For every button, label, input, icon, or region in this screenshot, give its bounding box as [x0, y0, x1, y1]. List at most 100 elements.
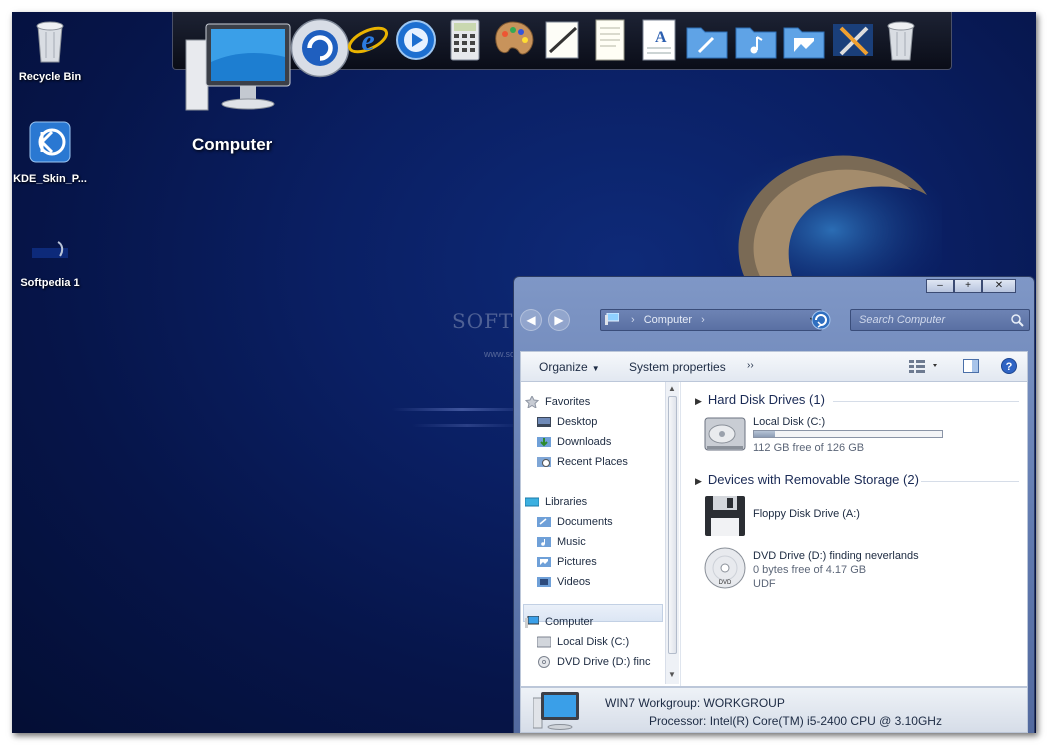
group-hard-disk-drives[interactable]: ▶ Hard Disk Drives (1) [695, 392, 825, 407]
nav-item-desktop[interactable]: Desktop [537, 416, 598, 428]
explorer-window: – + ✕ ◀ ▶ › Computer › ▼ Search Computer [513, 276, 1035, 733]
scroll-down-arrow[interactable]: ▼ [668, 670, 676, 679]
desktop-icon-label: KDE_Skin_P... [13, 173, 87, 185]
nav-label: Desktop [557, 416, 598, 428]
drive-name: Floppy Disk Drive (A:) [753, 508, 860, 520]
nav-item-computer[interactable]: Computer [525, 616, 593, 628]
tools-icon[interactable] [831, 18, 875, 62]
help-icon[interactable]: ? [1001, 358, 1017, 374]
refresh-icon[interactable] [810, 309, 832, 331]
desktop-icon-softpedia[interactable]: Softpedia 1 [12, 224, 90, 289]
nav-item-favorites[interactable]: Favorites [525, 396, 591, 408]
svg-text:?: ? [1006, 361, 1013, 373]
scrollbar-thumb[interactable] [668, 396, 677, 654]
forward-button[interactable]: ▶ [548, 309, 570, 331]
drive-dvd[interactable]: DVD DVD Drive (D:) finding neverlands 0 … [703, 546, 1023, 594]
pictures-folder-icon [537, 557, 551, 567]
search-input[interactable]: Search Computer [850, 309, 1030, 331]
nav-item-dvd-drive[interactable]: DVD Drive (D:) finc [538, 656, 651, 668]
internet-explorer-icon[interactable]: e [346, 18, 390, 62]
documents-folder-icon [537, 517, 551, 527]
processor-value: Intel(R) Core(TM) i5-2400 CPU @ 3.10GHz [709, 714, 942, 728]
breadcrumb-separator: › [701, 314, 705, 326]
minimize-button[interactable]: – [926, 279, 954, 293]
nav-label: Favorites [545, 396, 591, 408]
nav-label: DVD Drive (D:) finc [557, 656, 651, 668]
group-divider [921, 481, 1019, 482]
maximize-button[interactable]: + [954, 279, 982, 293]
light-streak [412, 424, 522, 427]
disk-usage-fill [754, 431, 775, 437]
view-options-icon[interactable] [909, 359, 939, 373]
pictures-folder-icon[interactable] [782, 18, 826, 62]
nav-item-videos[interactable]: Videos [537, 576, 591, 588]
nav-item-music[interactable]: Music [537, 536, 586, 548]
libraries-icon [525, 497, 539, 507]
expand-triangle-icon: ▶ [695, 476, 702, 486]
hard-disk-icon [704, 417, 746, 451]
recent-places-icon [537, 457, 551, 467]
nav-label: Downloads [557, 436, 612, 448]
nav-label: Pictures [557, 556, 597, 568]
nav-item-documents[interactable]: Documents [537, 516, 613, 528]
notepad-icon[interactable] [540, 18, 584, 62]
search-icon[interactable] [1010, 313, 1024, 327]
hard-disk-icon [537, 636, 551, 648]
organize-label: Organize [539, 360, 588, 374]
group-removable-storage[interactable]: ▶ Devices with Removable Storage (2) [695, 472, 919, 487]
media-player-icon[interactable] [394, 18, 438, 62]
navigation-scrollbar[interactable]: ▲ ▼ [665, 382, 679, 684]
group-divider [833, 401, 1019, 402]
nav-item-downloads[interactable]: Downloads [537, 436, 612, 448]
main-pane: ▶ Hard Disk Drives (1) Local Disk (C:) 11… [683, 382, 1027, 686]
desktop-icon [537, 417, 551, 427]
nav-label: Music [557, 536, 586, 548]
svg-text:e: e [361, 24, 374, 57]
document-icon[interactable] [588, 18, 632, 62]
music-folder-icon[interactable] [734, 18, 778, 62]
drive-filesystem: UDF [753, 578, 776, 590]
computer-icon [533, 692, 579, 730]
command-bar: Organize ▼ System properties ›› ? [520, 351, 1028, 381]
preview-pane-icon[interactable] [963, 359, 979, 373]
drive-name: Local Disk (C:) [753, 416, 826, 428]
breadcrumb-computer[interactable]: Computer [644, 314, 692, 326]
recycle-bin-icon [36, 21, 64, 63]
nav-item-recent-places[interactable]: Recent Places [537, 456, 628, 468]
chevron-down-icon: ▼ [591, 364, 600, 373]
nav-item-local-disk[interactable]: Local Disk (C:) [537, 636, 629, 648]
nav-label: Documents [557, 516, 613, 528]
computer-name-line: WIN7 Workgroup: WORKGROUP [605, 696, 785, 710]
back-button[interactable]: ◀ [520, 309, 542, 331]
nav-item-pictures[interactable]: Pictures [537, 556, 597, 568]
calculator-icon[interactable] [443, 18, 487, 62]
desktop-icon-kde-skin[interactable]: KDE_Skin_P... [12, 120, 90, 185]
nav-label: Libraries [545, 496, 588, 508]
trash-icon[interactable] [879, 18, 923, 62]
floppy-disk-icon [705, 496, 745, 536]
workgroup-value: WORKGROUP [703, 696, 785, 710]
system-properties-button[interactable]: System properties [629, 360, 726, 374]
group-label: Hard Disk Drives (1) [707, 392, 825, 407]
scroll-up-arrow[interactable]: ▲ [668, 384, 676, 393]
paint-palette-icon[interactable] [491, 18, 535, 62]
nav-item-libraries[interactable]: Libraries [525, 496, 588, 508]
close-button[interactable]: ✕ [982, 279, 1016, 293]
drive-floppy[interactable]: Floppy Disk Drive (A:) [703, 494, 1023, 542]
computer-icon[interactable] [184, 22, 294, 122]
downloads-icon [537, 437, 551, 447]
disk-usage-bar [753, 430, 943, 438]
desktop-icon-recycle-bin[interactable]: Recycle Bin [12, 18, 90, 83]
details-pane: WIN7 Workgroup: WORKGROUP Processor: Int… [520, 687, 1028, 733]
nav-label: Videos [557, 576, 591, 588]
breadcrumb-separator: › [631, 314, 635, 326]
softpedia-icon [32, 241, 68, 258]
documents-folder-icon[interactable] [685, 18, 729, 62]
organize-button[interactable]: Organize ▼ [539, 360, 600, 374]
address-bar[interactable]: › Computer › ▼ [600, 309, 822, 331]
more-commands-button[interactable]: ›› [747, 360, 754, 371]
kde-settings-icon[interactable] [287, 15, 353, 81]
processor-line: Processor: Intel(R) Core(TM) i5-2400 CPU… [649, 714, 942, 728]
wordpad-icon[interactable]: A [637, 18, 681, 62]
drive-local-disk[interactable]: Local Disk (C:) 112 GB free of 126 GB [703, 412, 1023, 460]
